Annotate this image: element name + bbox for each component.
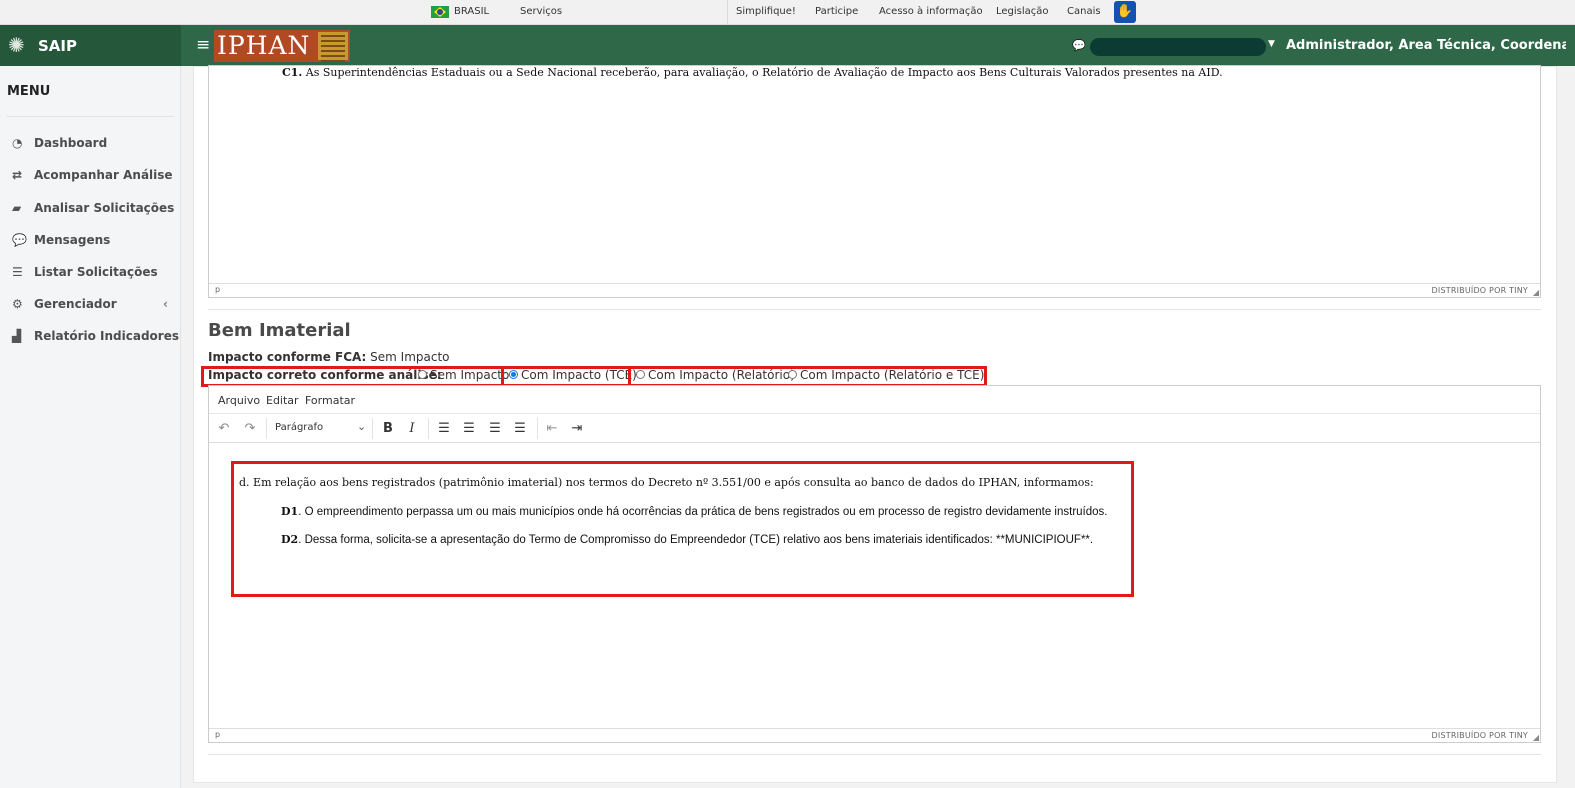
cogs-icon: ⚙ [12,297,23,311]
area-chart-icon: ▟ [12,329,22,343]
resize-handle-icon[interactable]: ◢ [1533,288,1539,297]
sidebar-item-gerenciador[interactable]: ⚙ Gerenciador ‹ [12,297,172,317]
sidebar-item-relatorio[interactable]: ▟ Relatório Indicadores [12,329,179,349]
editor-menubar: Arquivo Editar Formatar [209,386,1540,414]
fca-value: Sem Impacto [366,350,450,364]
iphan-logo-text: IPHAN [217,31,311,60]
sidebar-item-label: Acompanhar Análise [34,168,173,182]
toolbar-separator [266,418,267,439]
app-header: ✺ SAIP ≡ IPHAN 💬 ▼ Administrador, Área T… [0,25,1575,66]
c1-text: As Superintendências Estaduais ou a Sede… [302,66,1223,79]
outdent-icon[interactable]: ⇤ [544,420,560,438]
sidebar: MENU ◔ Dashboard ⇄ Acompanhar Análise ▰ Ana… [0,66,181,788]
editor-statusbar: p DISTRIBUÍDO POR TINY ◢ [209,728,1540,742]
gov-services-link[interactable]: Serviços [520,6,562,17]
sidebar-item-label: Analisar Solicitações [34,201,175,215]
section-title: Bem Imaterial [208,320,351,341]
sidebar-item-dashboard[interactable]: ◔ Dashboard [12,136,172,156]
rich-text-editor-top[interactable]: C1. As Superintendências Estaduais ou a … [208,65,1541,298]
app-name: SAIP [38,37,77,55]
bold-icon[interactable]: B [380,420,396,438]
sidebar-item-label: Gerenciador [34,297,117,311]
toolbar-separator [372,418,373,439]
menu-editar[interactable]: Editar [266,394,299,407]
redo-icon[interactable]: ↷ [242,420,258,438]
gov-link-canais[interactable]: Canais [1067,6,1101,17]
sidebar-item-label: Mensagens [34,233,111,247]
editor-toolbar: ↶ ↷ Parágrafo ⌄ B I ☰ ☰ ☰ ☰ ⇤ ⇥ [209,414,1540,443]
menu-toggle-icon[interactable]: ≡ [196,36,210,54]
fca-label: Impacto conforme FCA: [208,350,367,364]
section-divider [208,309,1541,310]
list-icon: ☰ [12,265,23,279]
align-right-icon[interactable]: ☰ [487,420,503,438]
toolbar-separator [537,418,538,439]
section-divider [208,754,1541,755]
iphan-logo: IPHAN [214,30,350,62]
chevron-down-icon[interactable]: ⌄ [357,420,366,433]
toolbar-separator [428,418,429,439]
c1-prefix: C1. [282,66,303,79]
exchange-icon: ⇄ [12,168,23,182]
tiny-brand-link[interactable]: DISTRIBUÍDO POR TINY [1432,731,1528,740]
element-path[interactable]: p [215,730,220,739]
gov-bar: BRASIL Serviços Simplifique! Participe A… [0,0,1575,25]
sidebar-item-mensagens[interactable]: 💬 Mensagens [12,233,172,253]
italic-icon[interactable]: I [404,420,420,438]
sidebar-item-label: Dashboard [34,136,108,150]
saip-logo-icon: ✺ [8,33,25,57]
undo-icon[interactable]: ↶ [216,420,232,438]
align-justify-icon[interactable]: ☰ [512,420,528,438]
menu-divider [7,116,174,117]
user-roles[interactable]: Administrador, Área Técnica, Coordenação… [1286,38,1566,53]
menu-title: MENU [7,84,51,99]
gov-separator [727,0,728,25]
gov-link-simplifique[interactable]: Simplifique! [736,6,796,17]
vlibras-icon[interactable]: ✋ [1114,1,1136,23]
fca-impact: Impacto conforme FCA: Sem Impacto [208,350,450,364]
gov-link-participe[interactable]: Participe [815,6,858,17]
gov-country-link[interactable]: BRASIL [454,6,489,17]
chat-icon[interactable]: 💬 [1072,39,1086,52]
editor-statusbar: p DISTRIBUÍDO POR TINY ◢ [209,283,1540,297]
brazil-flag-icon [431,6,449,18]
dashboard-icon: ◔ [12,136,23,150]
sidebar-item-analisar[interactable]: ▰ Analisar Solicitações [12,201,175,221]
chevron-left-icon: ‹ [163,297,168,311]
account-select[interactable] [1090,38,1266,56]
sidebar-item-label: Listar Solicitações [34,265,158,279]
element-path[interactable]: p [215,285,220,294]
format-select[interactable]: Parágrafo [275,422,323,433]
highlight-editor-content [231,461,1134,597]
sidebar-item-acompanhar[interactable]: ⇄ Acompanhar Análise [12,168,173,188]
book-icon: ▰ [12,201,22,215]
resize-handle-icon[interactable]: ◢ [1533,733,1539,742]
paragraph-c1: C1. As Superintendências Estaduais ou a … [282,66,1223,79]
sidebar-item-listar[interactable]: ☰ Listar Solicitações [12,265,172,285]
align-left-icon[interactable]: ☰ [436,420,452,438]
gov-link-acesso[interactable]: Acesso à informação [879,6,983,17]
indent-icon[interactable]: ⇥ [569,420,585,438]
menu-formatar[interactable]: Formatar [305,394,355,407]
align-center-icon[interactable]: ☰ [461,420,477,438]
rich-text-editor-bottom[interactable]: Arquivo Editar Formatar ↶ ↷ Parágrafo ⌄ … [208,385,1541,743]
iphan-logo-emblem [318,32,348,62]
gov-link-legislacao[interactable]: Legislação [996,6,1049,17]
caret-down-icon[interactable]: ▼ [1268,39,1275,49]
main-content: C1. As Superintendências Estaduais ou a … [193,65,1557,783]
menu-arquivo[interactable]: Arquivo [218,394,260,407]
tiny-brand-link[interactable]: DISTRIBUÍDO POR TINY [1432,286,1528,295]
sidebar-item-label: Relatório Indicadores [34,329,179,343]
comments-icon: 💬 [12,233,27,247]
brand-area[interactable]: ✺ SAIP [0,25,181,66]
